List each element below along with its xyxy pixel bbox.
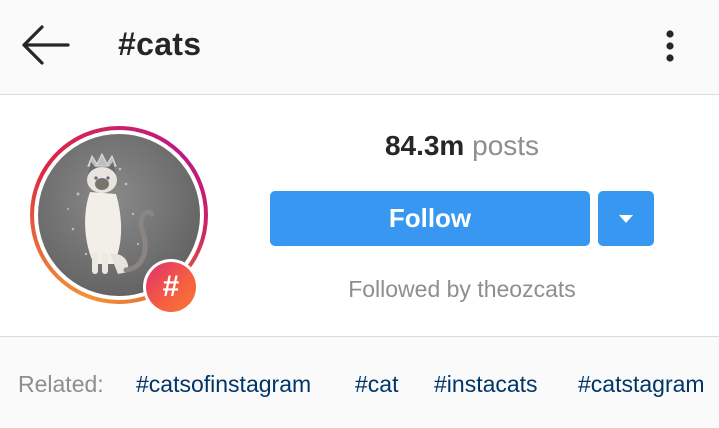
top-bar: #cats [0, 0, 719, 95]
related-tag[interactable]: #catsofinstagram [136, 371, 311, 398]
followed-by-text: Followed by theozcats [348, 276, 576, 302]
hashtag-badge: # [143, 259, 199, 315]
follow-options-button[interactable] [598, 191, 654, 246]
caret-down-icon [619, 215, 633, 223]
more-options-button[interactable] [650, 24, 690, 70]
hashtag-avatar[interactable]: # [30, 126, 208, 315]
follow-button[interactable]: Follow [270, 191, 590, 246]
related-hashtags-bar: Related: #catsofinstagram #cat #instacat… [0, 336, 719, 428]
related-tag[interactable]: #cat [355, 371, 398, 398]
related-label: Related: [18, 371, 104, 397]
posts-count-label: posts [472, 130, 540, 161]
related-tag[interactable]: #instacats [434, 371, 538, 398]
arrow-left-icon [22, 25, 70, 65]
hashtag-icon: # [146, 262, 196, 312]
posts-count: 84.3m posts [270, 130, 654, 162]
back-button[interactable] [14, 22, 74, 68]
more-vertical-icon [666, 30, 674, 62]
related-tag[interactable]: #catstagram [578, 371, 705, 398]
posts-count-value: 84.3m [384, 130, 465, 161]
page-title: #cats [118, 26, 202, 62]
